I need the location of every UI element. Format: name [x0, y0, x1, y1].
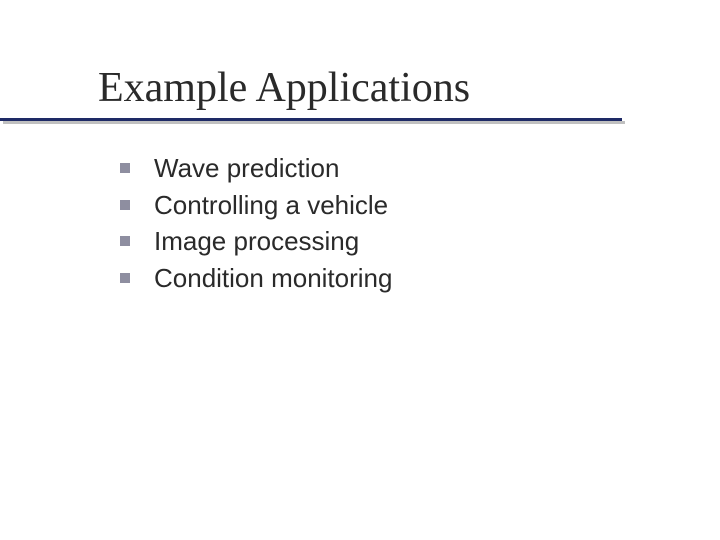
slide-title: Example Applications	[98, 64, 470, 120]
list-item: Wave prediction	[120, 152, 392, 185]
list-item-label: Image processing	[154, 225, 359, 258]
list-item-label: Condition monitoring	[154, 262, 392, 295]
square-bullet-icon	[120, 163, 130, 173]
list-item-label: Controlling a vehicle	[154, 189, 388, 222]
underline-shadow	[3, 121, 625, 124]
title-block: Example Applications	[98, 64, 470, 120]
square-bullet-icon	[120, 273, 130, 283]
bullet-list: Wave prediction Controlling a vehicle Im…	[120, 152, 392, 298]
underline-main	[0, 118, 622, 121]
title-underline	[0, 118, 622, 124]
list-item: Image processing	[120, 225, 392, 258]
slide: Example Applications Wave prediction Con…	[0, 0, 720, 540]
square-bullet-icon	[120, 200, 130, 210]
square-bullet-icon	[120, 236, 130, 246]
list-item: Controlling a vehicle	[120, 189, 392, 222]
list-item-label: Wave prediction	[154, 152, 339, 185]
list-item: Condition monitoring	[120, 262, 392, 295]
